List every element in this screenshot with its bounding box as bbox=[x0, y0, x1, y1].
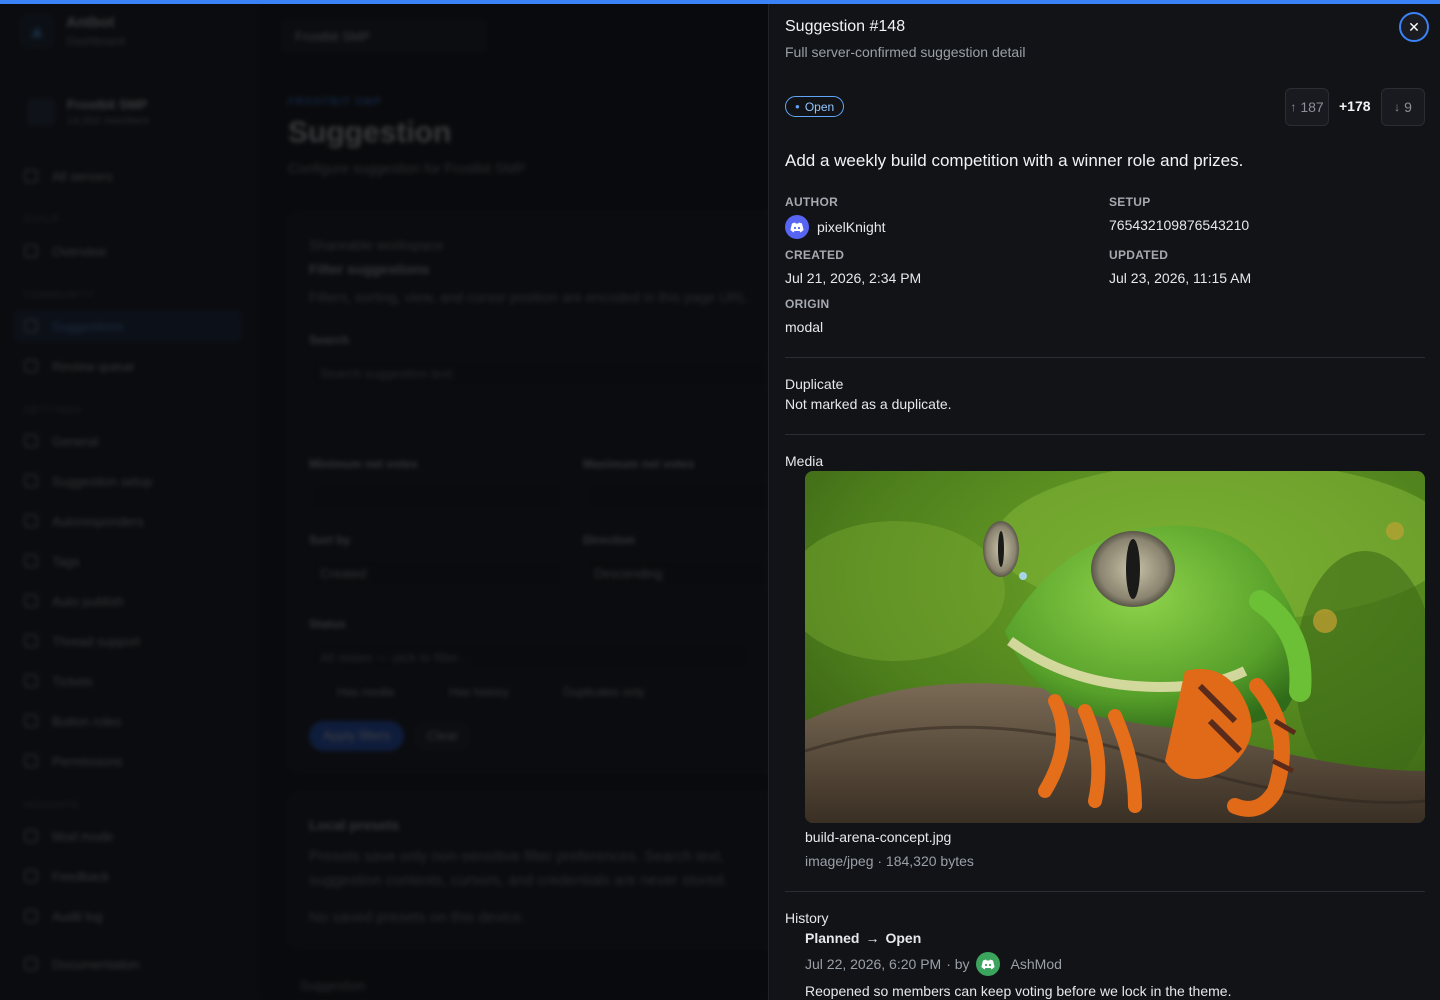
author-name: pixelKnight bbox=[817, 219, 886, 235]
status-dot-icon: ● bbox=[795, 102, 800, 111]
updated-label: UPDATED bbox=[1109, 248, 1169, 262]
created-value: Jul 21, 2026, 2:34 PM bbox=[785, 270, 922, 286]
history-to: Open bbox=[885, 930, 922, 946]
duplicate-text: Not marked as a duplicate. bbox=[785, 396, 952, 412]
origin-value: modal bbox=[785, 319, 824, 335]
history-transition: Planned → Open bbox=[805, 930, 921, 946]
created-label: CREATED bbox=[785, 248, 845, 262]
history-note: Reopened so members can keep voting befo… bbox=[805, 983, 1232, 999]
net-votes: +178 bbox=[1339, 98, 1371, 114]
discord-icon bbox=[785, 215, 809, 239]
drawer-title: Suggestion #148 bbox=[785, 18, 906, 35]
history-by: · by bbox=[946, 956, 970, 972]
history-meta: Jul 22, 2026, 6:20 PM · by AshMod bbox=[805, 952, 1062, 976]
history-from: Planned bbox=[805, 930, 860, 946]
divider bbox=[785, 891, 1425, 892]
top-accent-bar bbox=[0, 0, 1440, 4]
history-actor: AshMod bbox=[1010, 956, 1062, 972]
divider bbox=[785, 434, 1425, 435]
downvote-button[interactable]: ↓ 9 bbox=[1381, 88, 1425, 126]
down-arrow-icon: ↓ bbox=[1394, 100, 1401, 114]
author-field: pixelKnight bbox=[785, 215, 886, 239]
media-image[interactable] bbox=[805, 471, 1425, 823]
suggestion-detail-drawer: Suggestion #148 Full server-confirmed su… bbox=[768, 4, 1440, 1000]
modal-overlay[interactable] bbox=[0, 0, 768, 1000]
status-badge: ● Open bbox=[785, 96, 845, 117]
upvote-button[interactable]: ↑ 187 bbox=[1285, 88, 1329, 126]
up-arrow-icon: ↑ bbox=[1290, 100, 1297, 114]
drawer-subtitle: Full server-confirmed suggestion detail bbox=[785, 44, 1026, 60]
history-heading: History bbox=[785, 910, 829, 926]
divider bbox=[785, 357, 1425, 358]
suggestion-content: Add a weekly build competition with a wi… bbox=[785, 151, 1244, 170]
duplicate-heading: Duplicate bbox=[785, 376, 844, 392]
discord-icon bbox=[975, 952, 1000, 976]
setup-label: SETUP bbox=[1109, 195, 1151, 209]
author-label: AUTHOR bbox=[785, 195, 839, 209]
media-meta: image/jpeg · 184,320 bytes bbox=[805, 853, 974, 869]
status-text: Open bbox=[804, 100, 835, 114]
updated-value: Jul 23, 2026, 11:15 AM bbox=[1109, 270, 1252, 286]
arrow-right-icon: → bbox=[865, 930, 880, 946]
frog-photo bbox=[805, 471, 1425, 823]
setup-value: 765432109876543210 bbox=[1109, 217, 1250, 233]
history-time: Jul 22, 2026, 6:20 PM bbox=[805, 956, 942, 972]
media-filename: build-arena-concept.jpg bbox=[805, 829, 952, 845]
close-icon: ✕ bbox=[1408, 18, 1420, 35]
media-heading: Media bbox=[785, 453, 824, 469]
upvote-count: 187 bbox=[1300, 99, 1324, 115]
downvote-count: 9 bbox=[1404, 99, 1412, 115]
origin-label: ORIGIN bbox=[785, 297, 830, 311]
close-button[interactable]: ✕ bbox=[1399, 12, 1429, 42]
